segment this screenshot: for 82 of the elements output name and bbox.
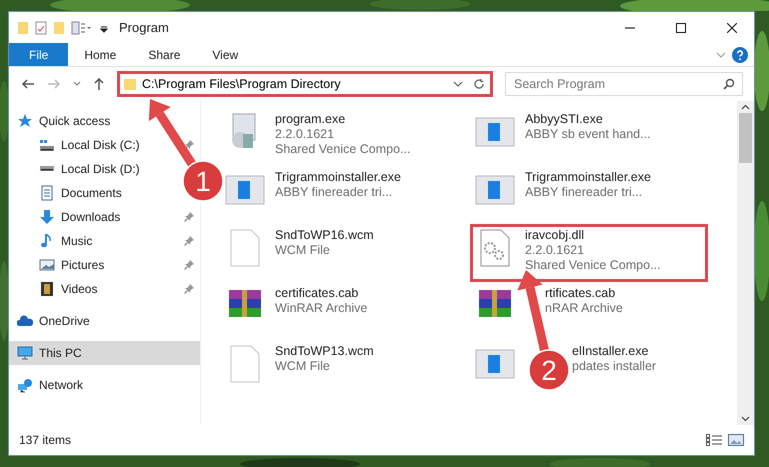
caret-icon	[73, 81, 81, 87]
scroll-thumb[interactable]	[739, 113, 752, 163]
file-name[interactable]: certificates.cab	[275, 286, 368, 301]
file-name[interactable]: SndToWP16.wcm	[275, 228, 374, 243]
file-name[interactable]: program.exe	[275, 112, 410, 127]
star-icon	[17, 113, 33, 129]
sidebar-item[interactable]: Local Disk (D:)	[61, 160, 140, 178]
file-detail: WinRAR Archive	[275, 301, 368, 316]
file-detail: ABBY sb event hand...	[525, 127, 651, 142]
scrollbar[interactable]	[737, 101, 754, 425]
file-name[interactable]: Trigrammoinstaller.exe	[525, 170, 651, 185]
callout-marker	[528, 349, 570, 391]
sidebar-item[interactable]: OneDrive	[39, 312, 90, 330]
ribbon-tab[interactable]: Share	[132, 43, 196, 66]
properties-icon[interactable]	[71, 20, 93, 34]
file-name[interactable]: rtificates.cab	[545, 286, 623, 301]
pin-icon[interactable]	[184, 236, 194, 246]
file-name[interactable]: SndToWP13.wcm	[275, 344, 374, 359]
file-detail: WCM File	[275, 243, 331, 258]
help-icon[interactable]	[732, 46, 748, 62]
film-icon	[39, 281, 55, 297]
callout-number: 1	[195, 166, 211, 197]
file-detail: Shared Venice Compo...	[525, 258, 660, 273]
network-icon	[17, 377, 33, 393]
file-name[interactable]: elInstaller.exe	[572, 344, 656, 359]
annotation-arrow	[148, 99, 198, 168]
sidebar-item[interactable]: Local Disk (C:)	[61, 136, 140, 154]
file-detail: 2.2.0.1621	[525, 243, 586, 258]
sidebar-item[interactable]: Documents	[61, 184, 122, 202]
window-title: Program	[119, 18, 169, 37]
sidebar-item[interactable]: Pictures	[61, 256, 104, 274]
address-field[interactable]: C:\Program Files\Program Directory	[117, 71, 493, 97]
forward-arrow-icon	[47, 78, 61, 90]
sidebar-item[interactable]: Quick access	[39, 112, 110, 130]
scroll-down-icon[interactable]	[741, 416, 750, 422]
document-icon	[39, 185, 55, 201]
sidebar-item[interactable]: Network	[39, 376, 84, 394]
pin-icon[interactable]	[184, 212, 194, 222]
sidebar-item[interactable]: Downloads	[61, 208, 120, 226]
pin-icon[interactable]	[184, 284, 194, 294]
refresh-icon[interactable]	[473, 78, 485, 90]
folder-icon	[123, 77, 137, 91]
sidebar-item[interactable]: Music	[61, 232, 92, 250]
file-detail: nRAR Archive	[545, 301, 623, 316]
ribbon-tab[interactable]: File	[9, 43, 68, 66]
sidebar-item[interactable]: Videos	[61, 280, 98, 298]
expand-ribbon-icon[interactable]	[716, 52, 726, 58]
close-icon	[726, 22, 736, 32]
picture-icon	[39, 257, 55, 273]
item-count: 137 items	[19, 432, 72, 449]
callout-marker	[182, 160, 224, 202]
ribbon-tab[interactable]: View	[196, 43, 254, 66]
details-view-icon[interactable]	[706, 433, 722, 447]
pin-icon[interactable]	[184, 140, 194, 150]
sidebar-item[interactable]: This PC	[9, 341, 200, 365]
cloud-icon	[17, 313, 33, 329]
file-detail: ABBY finereader tri...	[525, 185, 644, 200]
maximize-icon	[676, 22, 686, 32]
file-detail: pdates installer	[572, 359, 656, 374]
pin-icon[interactable]	[184, 260, 194, 270]
file-detail: WCM File	[275, 359, 331, 374]
scroll-up-icon[interactable]	[741, 104, 750, 110]
file-name[interactable]: Trigrammoinstaller.exe	[275, 170, 401, 185]
large-icons-view-icon[interactable]	[728, 433, 744, 447]
file-detail: ABBY finereader tri...	[275, 185, 394, 200]
file-name[interactable]: iravcobj.dll	[525, 228, 660, 243]
file-name[interactable]: AbbyySTI.exe	[525, 112, 651, 127]
back-arrow-icon	[21, 78, 35, 90]
callout-number: 2	[541, 355, 557, 386]
file-detail: 2.2.0.1621	[275, 127, 336, 142]
drive-icon	[39, 138, 55, 152]
download-arrow-icon	[39, 209, 55, 225]
checklist-icon[interactable]	[35, 20, 47, 34]
minimize-icon	[624, 26, 634, 28]
ribbon-tab[interactable]: Home	[68, 43, 132, 66]
search-field[interactable]: Search Program	[505, 72, 743, 96]
search-icon	[723, 78, 735, 90]
drive-icon	[39, 166, 55, 172]
file-detail: Shared Venice Compo...	[275, 142, 410, 157]
monitor-icon	[17, 345, 33, 361]
up-arrow-icon	[93, 77, 105, 91]
caret-icon[interactable]	[453, 81, 463, 87]
